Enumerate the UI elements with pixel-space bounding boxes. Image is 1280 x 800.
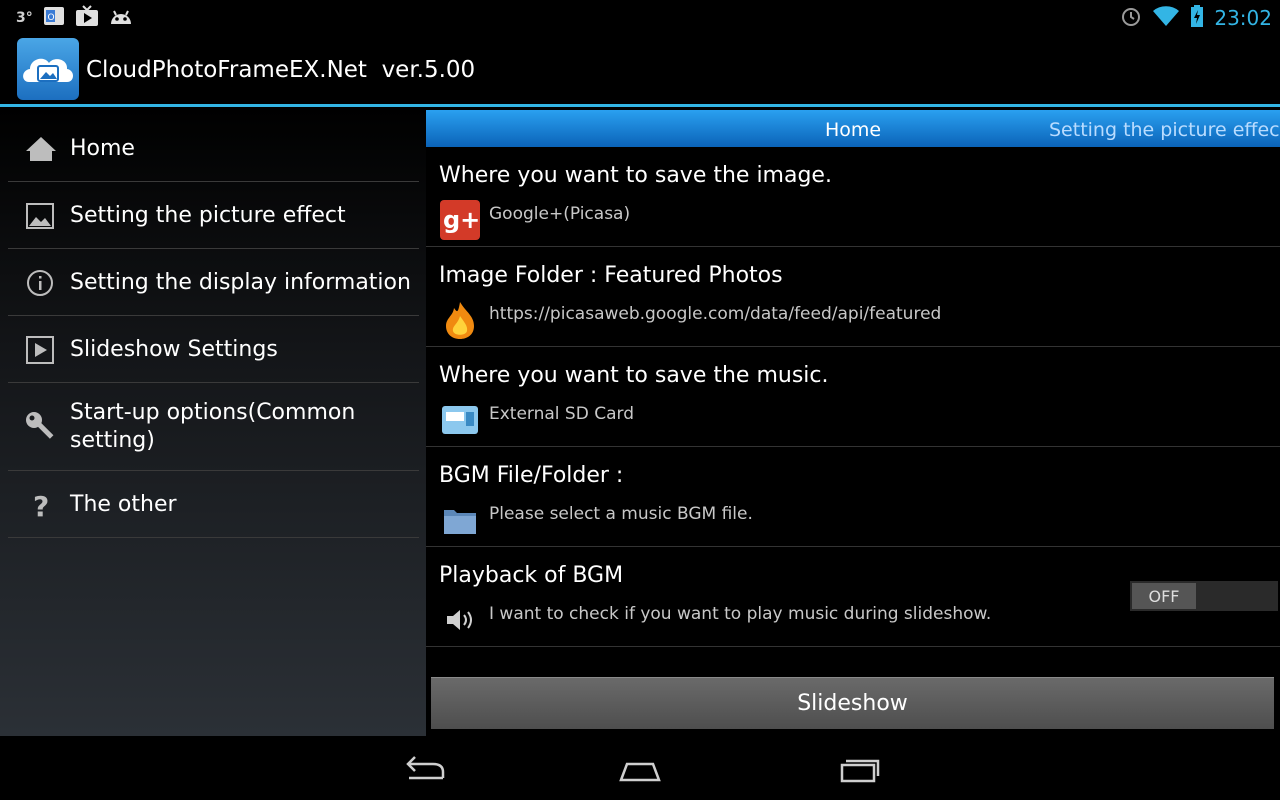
app-logo-icon[interactable] [17,38,79,100]
tab-strip: Home Setting the picture effect [426,110,1280,147]
nav-item-startup-options[interactable]: Start-up options(Common setting) [8,383,419,471]
nav-item-home[interactable]: Home [8,115,419,182]
google-plus-icon: g+ [440,200,480,240]
setting-value: Google+(Picasa) [489,204,631,224]
play-icon [24,334,56,366]
tab-home[interactable]: Home [825,119,881,141]
home-icon [24,133,56,165]
outlook-icon: O [43,6,65,30]
nav-label: Home [70,136,135,161]
settings-nav: Home Setting the picture effect Setting … [0,107,426,736]
speaker-icon [440,600,480,640]
folder-icon [440,500,480,540]
setting-value: I want to check if you want to play musi… [489,604,992,624]
setting-title: BGM File/Folder : [439,463,624,488]
svg-text:g+: g+ [443,206,480,234]
nav-item-the-other[interactable]: ? The other [8,471,419,538]
setting-row-bgm-playback[interactable]: Playback of BGM I want to check if you w… [426,547,1280,647]
wifi-icon [1152,5,1180,31]
nav-label: Setting the picture effect [70,203,346,228]
setting-row-image-save-location[interactable]: Where you want to save the image. g+ Goo… [426,147,1280,247]
nav-label: The other [70,492,177,517]
setting-title: Playback of BGM [439,563,624,588]
bgm-playback-toggle[interactable]: OFF [1130,581,1278,611]
battery-icon [1190,4,1204,32]
key-icon [24,411,56,443]
setting-value: https://picasaweb.google.com/data/feed/a… [489,304,942,324]
android-icon [109,6,133,30]
home-icon[interactable] [610,750,670,788]
setting-title: Image Folder : Featured Photos [439,263,783,288]
clock: 23:02 [1214,6,1272,30]
nav-label: Setting the display information [70,270,411,295]
svg-text:?: ? [33,490,49,520]
image-icon [24,200,56,232]
question-icon: ? [24,489,56,521]
slideshow-button[interactable]: Slideshow [431,677,1274,729]
action-bar: CloudPhotoFrameEX.Net ver.5.00 [0,33,1280,105]
tab-picture-effect[interactable]: Setting the picture effect [1049,119,1280,141]
setting-title: Where you want to save the image. [439,163,832,188]
setting-value: Please select a music BGM file. [489,504,753,524]
setting-row-bgm-file[interactable]: BGM File/Folder : Please select a music … [426,447,1280,547]
setting-title: Where you want to save the music. [439,363,829,388]
setting-row-image-folder[interactable]: Image Folder : Featured Photos https://p… [426,247,1280,347]
alarm-icon [1120,5,1142,31]
app-title: CloudPhotoFrameEX.Net ver.5.00 [86,57,476,83]
setting-row-music-save-location[interactable]: Where you want to save the music. Extern… [426,347,1280,447]
nav-label: Start-up options(Common setting) [70,400,356,453]
nav-item-picture-effect[interactable]: Setting the picture effect [8,182,419,249]
sd-card-icon [440,400,480,440]
svg-text:O: O [47,13,54,23]
setting-value: External SD Card [489,404,634,424]
info-icon [24,267,56,299]
nav-label: Slideshow Settings [70,337,278,362]
temperature-text: 3° [16,10,33,26]
settings-pane: Home Setting the picture effect Where yo… [426,107,1280,736]
status-bar: 3° O 23:02 [0,0,1280,33]
back-icon[interactable] [394,750,454,788]
recents-icon[interactable] [828,750,888,788]
system-nav-bar [0,736,1280,800]
tv-icon [75,5,99,31]
fire-icon [440,300,480,340]
toggle-state: OFF [1132,583,1196,609]
nav-item-display-information[interactable]: Setting the display information [8,249,419,316]
nav-item-slideshow-settings[interactable]: Slideshow Settings [8,316,419,383]
